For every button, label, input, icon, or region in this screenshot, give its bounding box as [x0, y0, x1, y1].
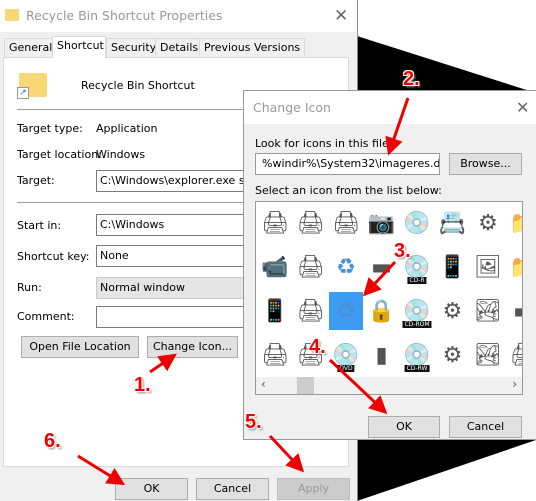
run-select[interactable]: Normal window: [96, 277, 256, 299]
cd-icon[interactable]: 💿: [400, 204, 434, 242]
cd-rw-icon[interactable]: 💿 CD-RW: [400, 336, 434, 374]
dialog-title: Change Icon: [253, 100, 331, 115]
scroll-left-icon[interactable]: ‹: [261, 377, 266, 391]
smartphone-icon[interactable]: 📱: [258, 292, 292, 330]
camcorder-icon[interactable]: 📹: [258, 248, 292, 286]
printer-check-icon[interactable]: 🖨: [294, 204, 328, 242]
tab-previous-versions[interactable]: Previous Versions: [199, 38, 306, 58]
phone-card-icon[interactable]: 📇: [436, 204, 470, 242]
target-location-value: Windows: [96, 148, 146, 161]
close-icon[interactable]: ✕: [516, 91, 529, 124]
change-icon-dialog: Change Icon ✕ Look for icons in this fil…: [243, 90, 536, 440]
tab-general[interactable]: General: [4, 38, 58, 58]
tab-details[interactable]: Details: [155, 38, 204, 58]
disc-label: DVD: [337, 365, 355, 372]
properties-titlebar: Recycle Bin Shortcut Properties ✕: [0, 0, 357, 32]
landscape-picture-icon[interactable]: 🏞: [471, 292, 505, 330]
shortcut-key-input[interactable]: None: [96, 245, 256, 267]
printer-icon[interactable]: 🖨: [507, 336, 522, 374]
disc-label: CD-ROM: [402, 321, 432, 328]
target-type-value: Application: [96, 122, 158, 135]
icon-list[interactable]: ‹ › 🖨🖨🖨📷💿📇⚙📁📹🖨♻▬💿CD-R📱🖼📁📱🖨♻🔒💿CD-ROM⚙🏞▬🖨🖨…: [255, 201, 523, 395]
drive-icon[interactable]: ▬: [507, 292, 522, 330]
icon-file-input[interactable]: %windir%\System32\imageres.dll: [255, 153, 440, 175]
tab-security[interactable]: Security: [106, 38, 162, 58]
cd-rom-icon[interactable]: 💿 CD-ROM: [400, 292, 434, 330]
media-player-icon[interactable]: 📱: [436, 248, 470, 286]
open-file-location-button[interactable]: Open File Location: [21, 336, 139, 358]
file-label: Look for icons in this file:: [255, 137, 393, 150]
sd-card-icon[interactable]: ▮: [365, 336, 399, 374]
target-label: Target:: [17, 174, 55, 187]
annotation-1: 1.: [134, 374, 151, 396]
printer-icon[interactable]: 🖨: [294, 292, 328, 330]
target-input[interactable]: C:\Windows\explorer.exe shell: [96, 170, 256, 192]
settings-file-icon[interactable]: ⚙: [436, 292, 470, 330]
scroll-thumb[interactable]: [297, 377, 314, 394]
annotation-4: 4.: [309, 336, 326, 358]
folder-shortcut-icon: [5, 9, 19, 21]
shortcut-icon: ↗: [17, 73, 47, 99]
annotation-3: 3.: [394, 240, 411, 262]
close-icon[interactable]: ✕: [334, 0, 348, 32]
run-label: Run:: [17, 281, 42, 294]
annotation-6: 6.: [44, 430, 61, 452]
apply-button[interactable]: Apply: [277, 478, 350, 500]
lock-icon[interactable]: 🔒: [365, 292, 399, 330]
printer-check-icon[interactable]: 🖨: [294, 248, 328, 286]
dialog-ok-button[interactable]: OK: [368, 416, 440, 438]
ok-button[interactable]: OK: [115, 478, 188, 500]
disc-label: CD-R: [407, 277, 427, 284]
dialog-cancel-button[interactable]: Cancel: [449, 416, 522, 438]
window-title: Recycle Bin Shortcut Properties: [26, 8, 223, 23]
shortcut-key-label: Shortcut key:: [17, 250, 90, 263]
start-in-input[interactable]: C:\Windows: [96, 214, 256, 236]
settings-file-icon[interactable]: ⚙: [471, 204, 505, 242]
annotation-5: 5.: [245, 411, 262, 433]
target-type-label: Target type:: [17, 122, 83, 135]
tab-shortcut[interactable]: Shortcut: [52, 36, 106, 58]
camera-icon[interactable]: 📷: [365, 204, 399, 242]
comment-label: Comment:: [17, 310, 75, 323]
disc-label: CD-RW: [404, 365, 430, 372]
dvd-icon[interactable]: 💿 DVD: [329, 336, 363, 374]
picture-icon[interactable]: 🖼: [471, 248, 505, 286]
network-printer-icon[interactable]: 🖨: [258, 204, 292, 242]
lake-picture-icon[interactable]: 🏞: [471, 336, 505, 374]
cancel-button[interactable]: Cancel: [196, 478, 269, 500]
start-in-label: Start in:: [17, 219, 62, 232]
scroll-right-icon[interactable]: ›: [512, 377, 517, 391]
annotation-2: 2.: [403, 68, 420, 90]
settings-window-icon[interactable]: ⚙: [436, 336, 470, 374]
folder-icon[interactable]: 📁: [507, 204, 522, 242]
recycle-bin-full-icon[interactable]: ♻: [329, 248, 363, 286]
horizontal-scrollbar[interactable]: ‹ ›: [256, 377, 522, 394]
printer-green-icon[interactable]: 🖨: [329, 204, 363, 242]
browse-button[interactable]: Browse...: [449, 153, 522, 175]
change-icon-titlebar: Change Icon ✕: [244, 91, 536, 124]
shortcut-name: Recycle Bin Shortcut: [81, 79, 195, 92]
recycle-bin-empty-icon[interactable]: ♻: [329, 292, 363, 330]
icon-list-label: Select an icon from the list below:: [255, 184, 442, 197]
comment-input[interactable]: [96, 306, 256, 328]
target-location-label: Target location:: [17, 148, 102, 161]
printer-fax-check-icon[interactable]: 🖨: [258, 336, 292, 374]
folder-icon[interactable]: 📁: [507, 248, 522, 286]
change-icon-button[interactable]: Change Icon...: [147, 336, 238, 358]
